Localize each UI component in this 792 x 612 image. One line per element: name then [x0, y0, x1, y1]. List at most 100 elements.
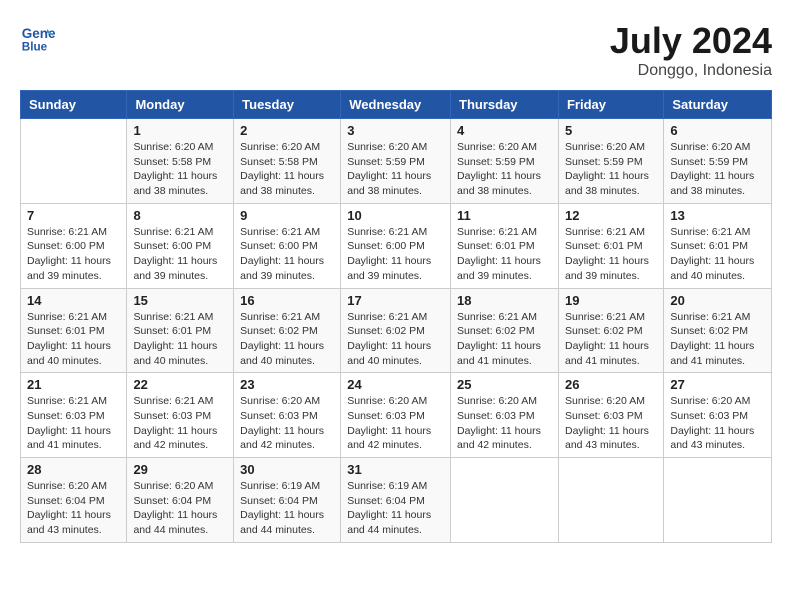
- day-number: 11: [457, 208, 552, 223]
- calendar-cell: 25Sunrise: 6:20 AM Sunset: 6:03 PM Dayli…: [451, 373, 559, 458]
- calendar-cell: 24Sunrise: 6:20 AM Sunset: 6:03 PM Dayli…: [341, 373, 451, 458]
- day-info: Sunrise: 6:20 AM Sunset: 5:59 PM Dayligh…: [565, 140, 657, 199]
- day-number: 28: [27, 462, 120, 477]
- calendar-cell: 26Sunrise: 6:20 AM Sunset: 6:03 PM Dayli…: [558, 373, 663, 458]
- day-number: 30: [240, 462, 334, 477]
- day-info: Sunrise: 6:21 AM Sunset: 6:00 PM Dayligh…: [27, 225, 120, 284]
- day-info: Sunrise: 6:20 AM Sunset: 5:59 PM Dayligh…: [457, 140, 552, 199]
- day-info: Sunrise: 6:20 AM Sunset: 5:59 PM Dayligh…: [670, 140, 765, 199]
- calendar-cell: 5 Sunrise: 6:20 AM Sunset: 5:59 PM Daylig…: [558, 119, 663, 204]
- column-header-saturday: Saturday: [664, 91, 772, 119]
- svg-text:Blue: Blue: [22, 41, 48, 54]
- day-number: 1: [133, 123, 227, 138]
- calendar-cell: 29Sunrise: 6:20 AM Sunset: 6:04 PM Dayli…: [127, 458, 234, 543]
- calendar-cell: 14Sunrise: 6:21 AM Sunset: 6:01 PM Dayli…: [21, 288, 127, 373]
- calendar-cell: 27 Sunrise: 6:20 AM Sunset: 6:03 PM Dayli…: [664, 373, 772, 458]
- day-info: Sunrise: 6:20 AM Sunset: 6:04 PM Dayligh…: [27, 479, 120, 538]
- day-number: 5: [565, 123, 657, 138]
- day-number: 2: [240, 123, 334, 138]
- calendar-week-row: 28 Sunrise: 6:20 AM Sunset: 6:04 PM Dayli…: [21, 458, 772, 543]
- column-header-tuesday: Tuesday: [234, 91, 341, 119]
- calendar-cell: 2 Sunrise: 6:20 AM Sunset: 5:58 PM Daylig…: [234, 119, 341, 204]
- day-info: Sunrise: 6:21 AM Sunset: 6:01 PM Dayligh…: [565, 225, 657, 284]
- day-info: Sunrise: 6:20 AM Sunset: 5:58 PM Dayligh…: [240, 140, 334, 199]
- day-number: 17: [347, 293, 444, 308]
- day-info: Sunrise: 6:21 AM Sunset: 6:03 PM Dayligh…: [133, 394, 227, 453]
- day-info: Sunrise: 6:20 AM Sunset: 6:03 PM Dayligh…: [240, 394, 334, 453]
- calendar-cell: 16 Sunrise: 6:21 AM Sunset: 6:02 PM Dayli…: [234, 288, 341, 373]
- day-info: Sunrise: 6:21 AM Sunset: 6:00 PM Dayligh…: [133, 225, 227, 284]
- column-header-friday: Friday: [558, 91, 663, 119]
- calendar-cell: 9Sunrise: 6:21 AM Sunset: 6:00 PM Daylig…: [234, 203, 341, 288]
- day-number: 3: [347, 123, 444, 138]
- day-number: 25: [457, 377, 552, 392]
- calendar-cell: 13 Sunrise: 6:21 AM Sunset: 6:01 PM Dayli…: [664, 203, 772, 288]
- day-number: 19: [565, 293, 657, 308]
- location-title: Donggo, Indonesia: [610, 62, 772, 80]
- calendar-cell: 15 Sunrise: 6:21 AM Sunset: 6:01 PM Dayli…: [127, 288, 234, 373]
- calendar-cell: 19 Sunrise: 6:21 AM Sunset: 6:02 PM Dayli…: [558, 288, 663, 373]
- day-number: 12: [565, 208, 657, 223]
- column-header-monday: Monday: [127, 91, 234, 119]
- calendar-cell: [558, 458, 663, 543]
- day-info: Sunrise: 6:20 AM Sunset: 6:03 PM Dayligh…: [565, 394, 657, 453]
- calendar-cell: 30 Sunrise: 6:19 AM Sunset: 6:04 PM Dayli…: [234, 458, 341, 543]
- month-title: July 2024: [610, 20, 772, 62]
- column-header-wednesday: Wednesday: [341, 91, 451, 119]
- day-number: 18: [457, 293, 552, 308]
- day-number: 13: [670, 208, 765, 223]
- day-info: Sunrise: 6:19 AM Sunset: 6:04 PM Dayligh…: [240, 479, 334, 538]
- day-number: 6: [670, 123, 765, 138]
- calendar-cell: 22Sunrise: 6:21 AM Sunset: 6:03 PM Dayli…: [127, 373, 234, 458]
- calendar-cell: 17 Sunrise: 6:21 AM Sunset: 6:02 PM Dayli…: [341, 288, 451, 373]
- day-number: 8: [133, 208, 227, 223]
- day-info: Sunrise: 6:19 AM Sunset: 6:04 PM Dayligh…: [347, 479, 444, 538]
- day-info: Sunrise: 6:21 AM Sunset: 6:03 PM Dayligh…: [27, 394, 120, 453]
- day-number: 27: [670, 377, 765, 392]
- calendar-cell: 11 Sunrise: 6:21 AM Sunset: 6:01 PM Dayli…: [451, 203, 559, 288]
- calendar-cell: 7Sunrise: 6:21 AM Sunset: 6:00 PM Daylig…: [21, 203, 127, 288]
- calendar-week-row: 21 Sunrise: 6:21 AM Sunset: 6:03 PM Dayli…: [21, 373, 772, 458]
- day-number: 23: [240, 377, 334, 392]
- day-info: Sunrise: 6:21 AM Sunset: 6:01 PM Dayligh…: [27, 310, 120, 369]
- day-number: 9: [240, 208, 334, 223]
- calendar-cell: 31 Sunrise: 6:19 AM Sunset: 6:04 PM Dayli…: [341, 458, 451, 543]
- calendar-cell: 6 Sunrise: 6:20 AM Sunset: 5:59 PM Daylig…: [664, 119, 772, 204]
- calendar-cell: 3Sunrise: 6:20 AM Sunset: 5:59 PM Daylig…: [341, 119, 451, 204]
- calendar-cell: 12 Sunrise: 6:21 AM Sunset: 6:01 PM Dayli…: [558, 203, 663, 288]
- calendar-week-row: 1 Sunrise: 6:20 AM Sunset: 5:58 PM Daylig…: [21, 119, 772, 204]
- calendar-cell: 23 Sunrise: 6:20 AM Sunset: 6:03 PM Dayli…: [234, 373, 341, 458]
- day-info: Sunrise: 6:21 AM Sunset: 6:02 PM Dayligh…: [565, 310, 657, 369]
- calendar-cell: 18Sunrise: 6:21 AM Sunset: 6:02 PM Dayli…: [451, 288, 559, 373]
- day-number: 31: [347, 462, 444, 477]
- day-info: Sunrise: 6:21 AM Sunset: 6:01 PM Dayligh…: [670, 225, 765, 284]
- day-info: Sunrise: 6:21 AM Sunset: 6:02 PM Dayligh…: [347, 310, 444, 369]
- day-info: Sunrise: 6:21 AM Sunset: 6:02 PM Dayligh…: [670, 310, 765, 369]
- day-number: 10: [347, 208, 444, 223]
- calendar-cell: 21 Sunrise: 6:21 AM Sunset: 6:03 PM Dayli…: [21, 373, 127, 458]
- calendar-cell: 1 Sunrise: 6:20 AM Sunset: 5:58 PM Daylig…: [127, 119, 234, 204]
- day-info: Sunrise: 6:20 AM Sunset: 6:04 PM Dayligh…: [133, 479, 227, 538]
- calendar-cell: 28 Sunrise: 6:20 AM Sunset: 6:04 PM Dayli…: [21, 458, 127, 543]
- day-number: 21: [27, 377, 120, 392]
- calendar-cell: 10Sunrise: 6:21 AM Sunset: 6:00 PM Dayli…: [341, 203, 451, 288]
- day-info: Sunrise: 6:21 AM Sunset: 6:01 PM Dayligh…: [457, 225, 552, 284]
- calendar-cell: [21, 119, 127, 204]
- day-info: Sunrise: 6:20 AM Sunset: 6:03 PM Dayligh…: [670, 394, 765, 453]
- calendar-table: SundayMondayTuesdayWednesdayThursdayFrid…: [20, 90, 772, 543]
- page-header: General Blue July 2024 Donggo, Indonesia: [20, 20, 772, 80]
- calendar-cell: [451, 458, 559, 543]
- calendar-cell: 4 Sunrise: 6:20 AM Sunset: 5:59 PM Daylig…: [451, 119, 559, 204]
- day-number: 4: [457, 123, 552, 138]
- day-info: Sunrise: 6:21 AM Sunset: 6:02 PM Dayligh…: [240, 310, 334, 369]
- day-number: 15: [133, 293, 227, 308]
- column-header-sunday: Sunday: [21, 91, 127, 119]
- calendar-body: 1 Sunrise: 6:20 AM Sunset: 5:58 PM Daylig…: [21, 119, 772, 543]
- day-info: Sunrise: 6:20 AM Sunset: 5:58 PM Dayligh…: [133, 140, 227, 199]
- day-number: 20: [670, 293, 765, 308]
- calendar-cell: [664, 458, 772, 543]
- day-info: Sunrise: 6:21 AM Sunset: 6:01 PM Dayligh…: [133, 310, 227, 369]
- day-number: 16: [240, 293, 334, 308]
- calendar-cell: 8 Sunrise: 6:21 AM Sunset: 6:00 PM Daylig…: [127, 203, 234, 288]
- calendar-week-row: 14Sunrise: 6:21 AM Sunset: 6:01 PM Dayli…: [21, 288, 772, 373]
